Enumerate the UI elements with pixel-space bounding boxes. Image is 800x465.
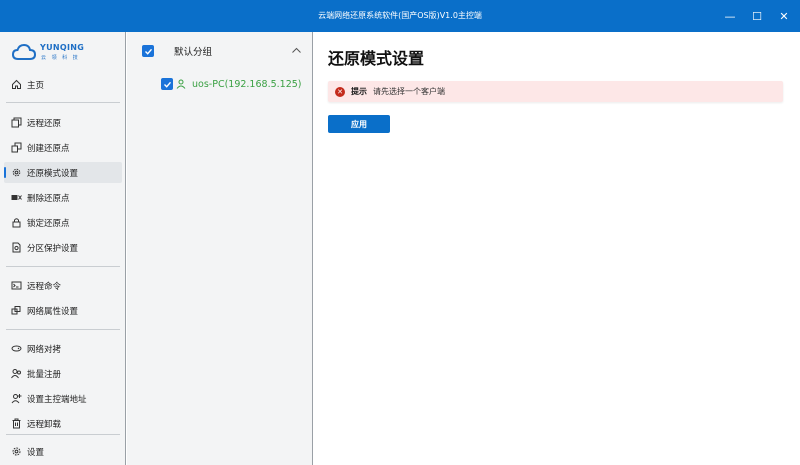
minimize-icon: — — [724, 9, 736, 23]
alert-message: 请先选择一个客户端 — [373, 87, 445, 96]
sidebar-item-delete-point[interactable]: 删除还原点 — [4, 187, 122, 208]
sidebar-divider — [6, 102, 120, 103]
sidebar-item-label: 锁定还原点 — [27, 218, 70, 229]
sidebar-item-network-props[interactable]: 网络属性设置 — [4, 300, 122, 321]
logo-brand: YUNQING — [40, 43, 85, 52]
logo-sub: 云 领 科 技 — [41, 55, 80, 61]
home-icon — [10, 79, 22, 91]
sidebar-item-network-copy[interactable]: 网络对拷 — [4, 338, 122, 359]
sidebar-item-label: 设置主控端地址 — [27, 394, 87, 405]
logo: YUNQING 云 领 科 技 — [12, 40, 92, 66]
chevron-up-icon[interactable] — [291, 45, 302, 56]
sidebar-item-label: 网络对拷 — [27, 344, 62, 355]
sidebar: YUNQING 云 领 科 技 主页 远程还原 创建还原点 还原模式设置 删除还… — [0, 32, 126, 465]
sidebar-item-remote-command[interactable]: 远程命令 — [4, 275, 122, 296]
tree-group-default[interactable]: 默认分组 — [142, 43, 302, 59]
restore-copy-icon — [10, 117, 22, 129]
sidebar-item-set-address[interactable]: 设置主控端地址 — [4, 388, 122, 409]
sidebar-item-partition[interactable]: 分区保护设置 — [4, 237, 122, 258]
close-button[interactable]: ✕ — [776, 8, 792, 24]
address-icon — [10, 393, 22, 405]
main-content: 还原模式设置 ✕ 提示 请先选择一个客户端 应用 — [314, 32, 800, 465]
sidebar-item-label: 远程还原 — [27, 118, 62, 129]
sidebar-item-label: 设置 — [27, 447, 45, 458]
sidebar-item-settings[interactable]: 设置 — [4, 441, 122, 462]
sidebar-item-label: 还原模式设置 — [27, 168, 79, 179]
group-label: 默认分组 — [174, 47, 213, 58]
disk-copy-icon — [10, 343, 22, 355]
group-checkbox[interactable] — [142, 45, 154, 57]
delete-point-icon — [10, 192, 22, 204]
sidebar-item-label: 创建还原点 — [27, 143, 70, 154]
create-point-icon — [10, 142, 22, 154]
client-checkbox[interactable] — [161, 78, 173, 90]
window-title: 云端网络还原系统软件(国产OS版)V1.0主控端 — [318, 11, 482, 20]
tree-client-item[interactable]: uos-PC(192.168.5.125) — [161, 78, 302, 90]
sidebar-item-lock-point[interactable]: 锁定还原点 — [4, 212, 122, 233]
sidebar-item-create-point[interactable]: 创建还原点 — [4, 137, 122, 158]
sidebar-item-label: 删除还原点 — [27, 193, 70, 204]
users-icon — [10, 368, 22, 380]
settings-icon — [10, 446, 22, 458]
alert-banner: ✕ 提示 请先选择一个客户端 — [328, 81, 783, 102]
cloud-logo-icon — [12, 43, 36, 60]
sidebar-item-label: 分区保护设置 — [27, 243, 79, 254]
sidebar-item-label: 远程命令 — [27, 281, 62, 292]
sidebar-item-label: 远程卸载 — [27, 419, 62, 430]
alert-heading: 提示 — [351, 87, 367, 96]
user-icon — [176, 79, 186, 89]
title-bar: 云端网络还原系统软件(国产OS版)V1.0主控端 — ☐ ✕ — [0, 0, 800, 32]
sidebar-item-remote-uninstall[interactable]: 远程卸载 — [4, 413, 122, 434]
close-icon: ✕ — [779, 9, 789, 23]
sidebar-item-label: 网络属性设置 — [27, 306, 79, 317]
sidebar-divider — [6, 434, 120, 435]
maximize-button[interactable]: ☐ — [749, 8, 765, 24]
check-icon — [144, 48, 152, 55]
partition-icon — [10, 242, 22, 254]
network-icon — [10, 305, 22, 317]
sidebar-item-home[interactable]: 主页 — [4, 74, 122, 95]
error-icon: ✕ — [335, 86, 345, 97]
check-icon — [163, 81, 171, 88]
sidebar-item-label: 批量注册 — [27, 369, 62, 380]
page-title: 还原模式设置 — [328, 49, 425, 68]
trash-icon — [10, 418, 22, 430]
sidebar-divider — [6, 266, 120, 267]
sidebar-divider — [6, 329, 120, 330]
sidebar-item-label: 主页 — [27, 80, 45, 91]
gear-icon — [10, 167, 22, 179]
terminal-icon — [10, 280, 22, 292]
sidebar-item-remote-restore[interactable]: 远程还原 — [4, 112, 122, 133]
client-label: uos-PC(192.168.5.125) — [192, 78, 302, 90]
apply-button[interactable]: 应用 — [328, 115, 390, 133]
maximize-icon: ☐ — [752, 9, 762, 23]
client-tree-panel: 默认分组 uos-PC(192.168.5.125) — [127, 32, 313, 465]
minimize-button[interactable]: — — [722, 8, 738, 24]
sidebar-item-restore-mode[interactable]: 还原模式设置 — [4, 162, 122, 183]
sidebar-item-batch-register[interactable]: 批量注册 — [4, 363, 122, 384]
lock-icon — [10, 217, 22, 229]
